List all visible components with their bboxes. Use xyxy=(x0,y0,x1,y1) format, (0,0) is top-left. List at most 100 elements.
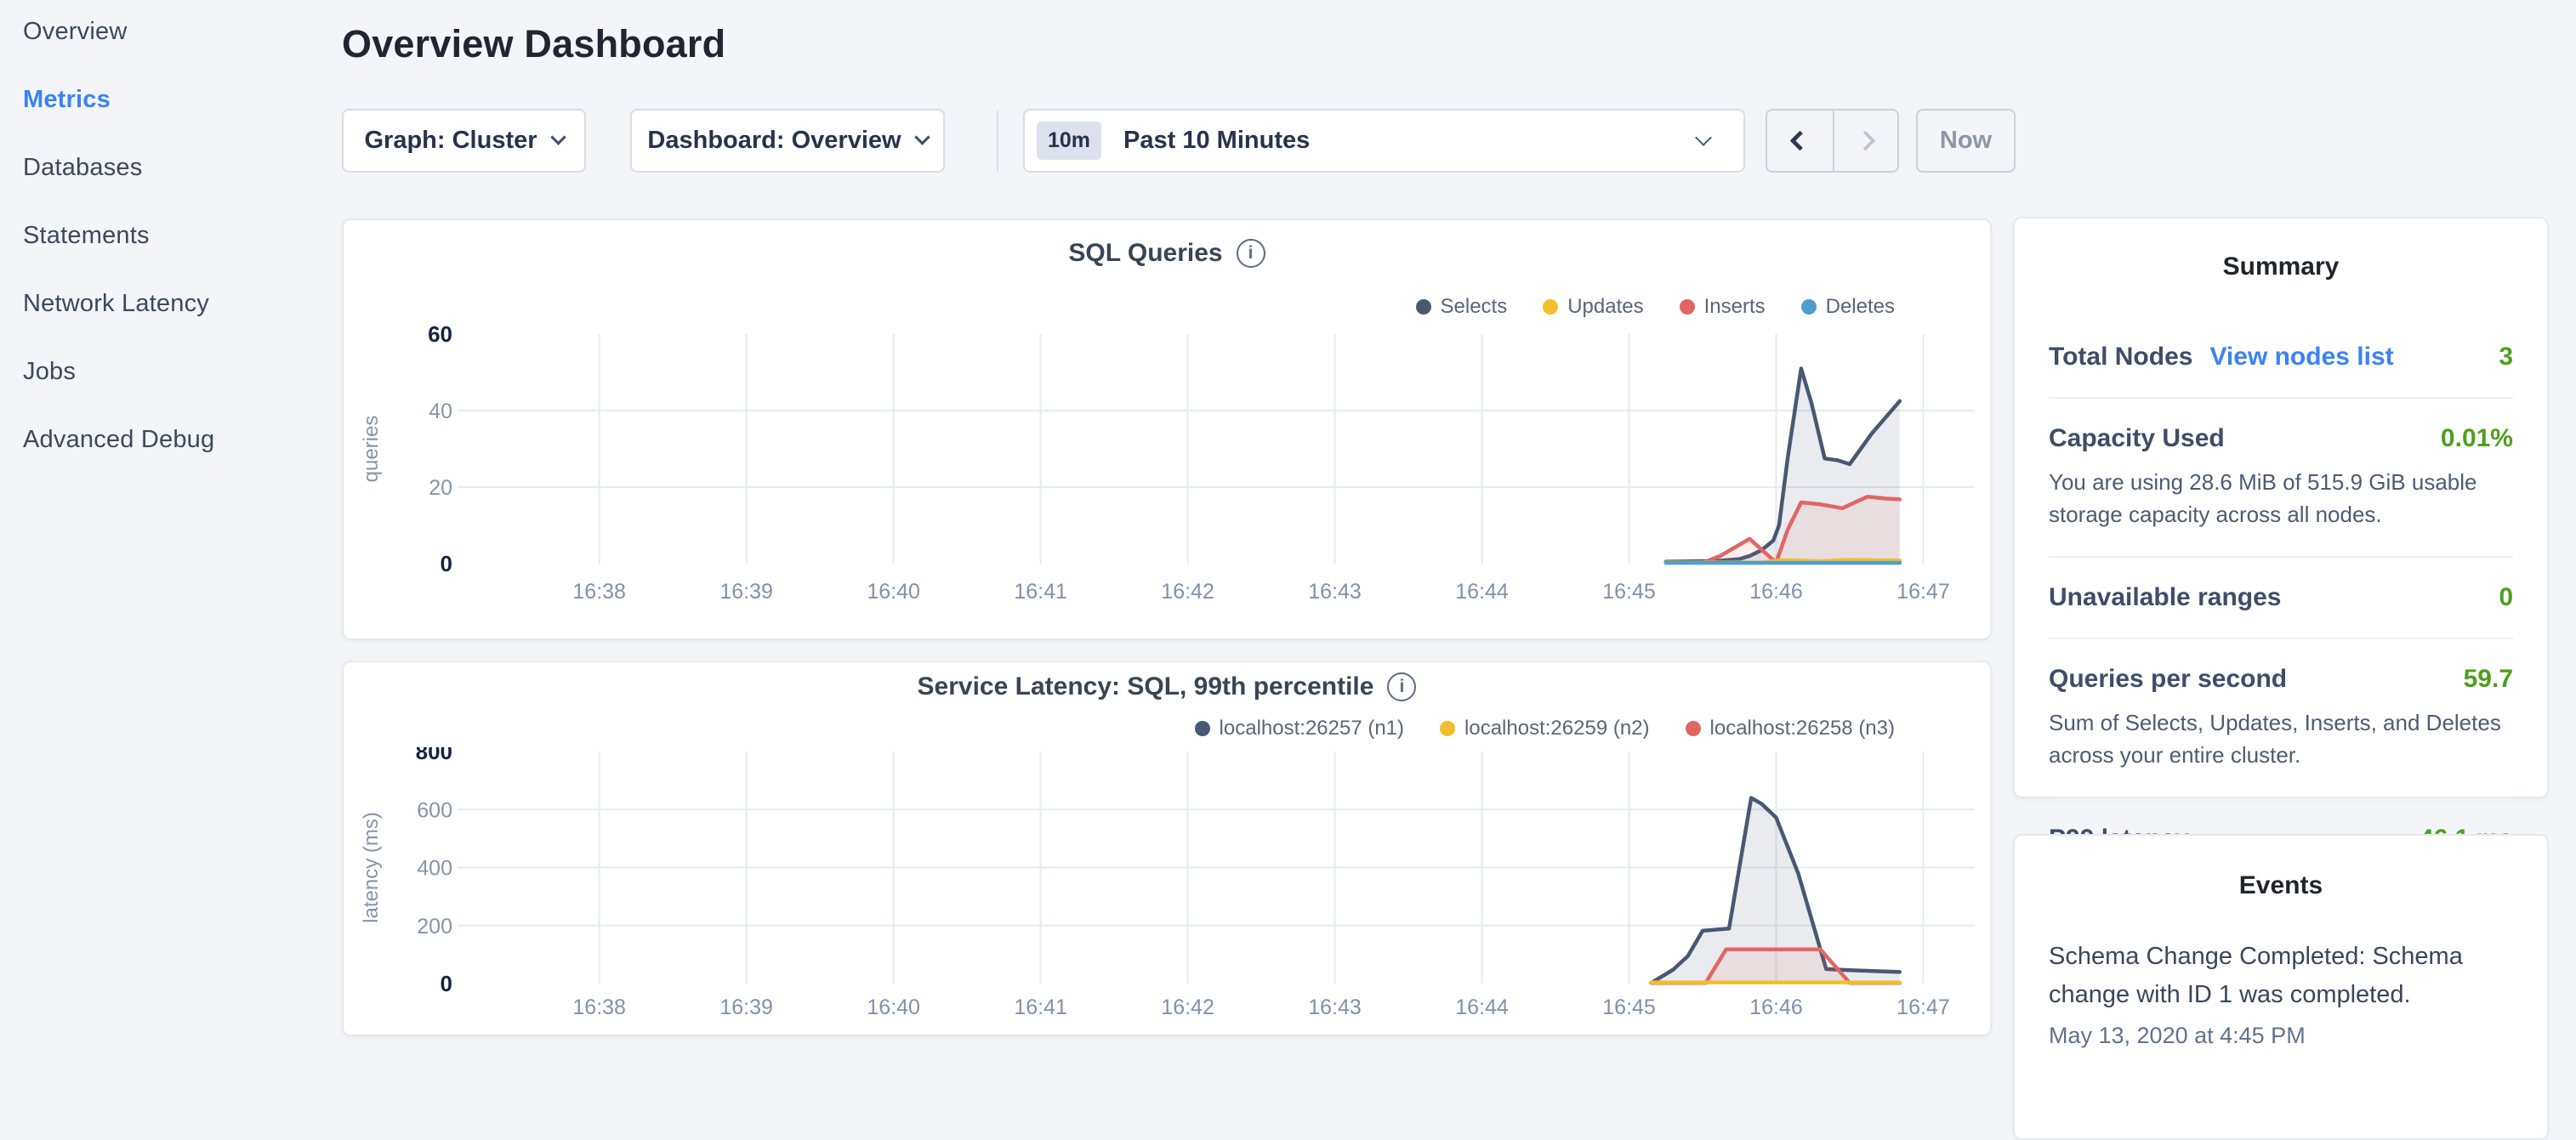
summary-divider xyxy=(2049,397,2513,399)
chart-plot[interactable]: 16:3816:3916:4016:4116:4216:4316:4416:45… xyxy=(344,309,1993,616)
sidebar-item-statements[interactable]: Statements xyxy=(23,221,312,250)
summary-row-label: Capacity Used xyxy=(2049,424,2225,453)
sidebar-item-databases[interactable]: Databases xyxy=(23,153,312,182)
summary-row-value: 0 xyxy=(2499,583,2513,612)
sidebar-item-advanced-debug[interactable]: Advanced Debug xyxy=(23,425,312,454)
summary-row: Queries per second 59.7 Sum of Selects, Up… xyxy=(2049,665,2513,771)
page: { "colors": { "accent_green": "#4f9f1d",… xyxy=(0,0,2576,1051)
summary-row-value: 0.01% xyxy=(2441,424,2513,453)
summary-row: Total Nodes View nodes list 3 xyxy=(2049,343,2513,371)
sidebar-item-jobs[interactable]: Jobs xyxy=(23,357,312,386)
svg-text:16:45: 16:45 xyxy=(1602,995,1656,1019)
time-range-dropdown[interactable]: 10m Past 10 Minutes xyxy=(1023,109,1745,173)
chevron-down-icon xyxy=(914,129,930,145)
sidebar-nav: Overview Metrics Databases Statements Networ… xyxy=(23,17,312,493)
svg-text:16:43: 16:43 xyxy=(1308,580,1362,604)
legend-label: localhost:26259 (n2) xyxy=(1464,717,1649,740)
summary-title: Summary xyxy=(2049,252,2513,281)
svg-text:16:42: 16:42 xyxy=(1161,995,1214,1019)
svg-text:16:40: 16:40 xyxy=(867,995,920,1019)
chart-legend: localhost:26257 (n1) localhost:26259 (n2)… xyxy=(1195,717,1895,740)
legend-label: localhost:26257 (n1) xyxy=(1220,717,1404,740)
info-icon[interactable]: i xyxy=(1387,672,1416,701)
svg-text:200: 200 xyxy=(417,915,452,939)
controls-divider xyxy=(997,111,998,172)
svg-text:16:42: 16:42 xyxy=(1161,580,1214,604)
info-icon[interactable]: i xyxy=(1237,239,1265,268)
svg-text:600: 600 xyxy=(417,798,452,822)
svg-text:20: 20 xyxy=(429,476,452,500)
summary-row-label: Total Nodes xyxy=(2049,343,2192,371)
time-step-buttons xyxy=(1766,109,1899,173)
svg-text:16:46: 16:46 xyxy=(1749,995,1803,1019)
svg-text:16:39: 16:39 xyxy=(719,580,773,604)
summary-row-description: You are using 28.6 MiB of 515.9 GiB usab… xyxy=(2049,467,2513,530)
sidebar-item-overview[interactable]: Overview xyxy=(23,17,312,46)
summary-row-value: 3 xyxy=(2499,343,2513,371)
now-button[interactable]: Now xyxy=(1916,109,2016,173)
time-range-badge: 10m xyxy=(1037,122,1101,160)
graph-scope-label: Graph: Cluster xyxy=(364,127,537,155)
dashboard-label: Dashboard: Overview xyxy=(647,127,901,155)
sidebar-item-network-latency[interactable]: Network Latency xyxy=(23,289,312,318)
event-list: Schema Change Completed: Schema change w… xyxy=(2049,938,2513,1049)
summary-row-label: Queries per second xyxy=(2049,665,2287,694)
legend-item[interactable]: localhost:26258 (n3) xyxy=(1686,717,1895,740)
chart-title-row: Service Latency: SQL, 99th percentilei xyxy=(344,672,1990,701)
svg-text:16:46: 16:46 xyxy=(1749,580,1803,604)
summary-rows: Total Nodes View nodes list 3 Capacity Used… xyxy=(2049,343,2513,854)
legend-item[interactable]: localhost:26259 (n2) xyxy=(1440,717,1649,740)
next-time-button[interactable] xyxy=(1833,111,1898,171)
svg-text:16:41: 16:41 xyxy=(1014,580,1067,604)
page-title: Overview Dashboard xyxy=(342,22,725,66)
event-item[interactable]: Schema Change Completed: Schema change w… xyxy=(2049,938,2513,1049)
sidebar-item-metrics[interactable]: Metrics xyxy=(23,85,312,114)
time-range-label: Past 10 Minutes xyxy=(1123,127,1310,155)
legend-label: localhost:26258 (n3) xyxy=(1710,717,1895,740)
svg-text:16:47: 16:47 xyxy=(1896,580,1950,604)
event-text: Schema Change Completed: Schema change w… xyxy=(2049,938,2513,1014)
events-title: Events xyxy=(2049,871,2513,900)
prev-time-button[interactable] xyxy=(1767,111,1833,171)
summary-row-label: Unavailable ranges xyxy=(2049,583,2281,612)
legend-dot-icon xyxy=(1686,721,1701,736)
svg-text:40: 40 xyxy=(429,400,452,423)
chevron-left-icon xyxy=(1789,130,1810,150)
svg-text:16:43: 16:43 xyxy=(1308,995,1362,1019)
svg-text:0: 0 xyxy=(441,971,452,996)
legend-dot-icon xyxy=(1195,721,1210,736)
chevron-right-icon xyxy=(1856,130,1876,150)
summary-divider xyxy=(2049,797,2513,799)
svg-text:0: 0 xyxy=(441,551,452,576)
graph-scope-dropdown[interactable]: Graph: Cluster xyxy=(342,109,586,173)
chevron-down-icon xyxy=(550,129,566,145)
sql-queries-chart-card: SQL QueriesiSelectsUpdatesInsertsDeletes… xyxy=(342,218,1992,640)
chart-title: SQL Queries xyxy=(1068,239,1222,268)
chevron-down-icon xyxy=(1695,129,1712,146)
chart-plot[interactable]: 16:38 16:39 16:40 16:41 16:42 16:43 16:44 16:45… xyxy=(344,747,1993,1029)
svg-text:800: 800 xyxy=(416,747,452,764)
legend-item[interactable]: localhost:26257 (n1) xyxy=(1195,717,1404,740)
svg-text:16:44: 16:44 xyxy=(1455,995,1509,1019)
svg-text:16:38: 16:38 xyxy=(572,580,626,604)
svg-text:16:39: 16:39 xyxy=(719,995,773,1019)
svg-text:16:45: 16:45 xyxy=(1602,580,1656,604)
svg-text:400: 400 xyxy=(417,857,452,881)
svg-text:16:40: 16:40 xyxy=(867,580,920,604)
event-timestamp: May 13, 2020 at 4:45 PM xyxy=(2049,1023,2513,1049)
summary-row: Unavailable ranges 0 xyxy=(2049,583,2513,612)
svg-text:16:41: 16:41 xyxy=(1014,995,1067,1019)
svg-text:16:38: 16:38 xyxy=(572,995,626,1019)
dashboard-dropdown[interactable]: Dashboard: Overview xyxy=(630,109,945,173)
summary-row-value: 59.7 xyxy=(2464,665,2513,694)
svg-text:60: 60 xyxy=(428,321,452,347)
legend-dot-icon xyxy=(1440,721,1455,736)
summary-divider xyxy=(2049,638,2513,639)
summary-row: Capacity Used 0.01% You are using 28.6 MiB… xyxy=(2049,424,2513,530)
view-nodes-list-link[interactable]: View nodes list xyxy=(2209,343,2393,371)
svg-text:latency (ms): latency (ms) xyxy=(360,812,383,923)
chart-title-row: SQL Queries i xyxy=(344,239,1990,268)
summary-row-description: Sum of Selects, Updates, Inserts, and De… xyxy=(2049,707,2513,771)
service-latency-chart-card: Service Latency: SQL, 99th percentilei lo… xyxy=(342,661,1992,1036)
svg-text:16:47: 16:47 xyxy=(1896,995,1950,1019)
